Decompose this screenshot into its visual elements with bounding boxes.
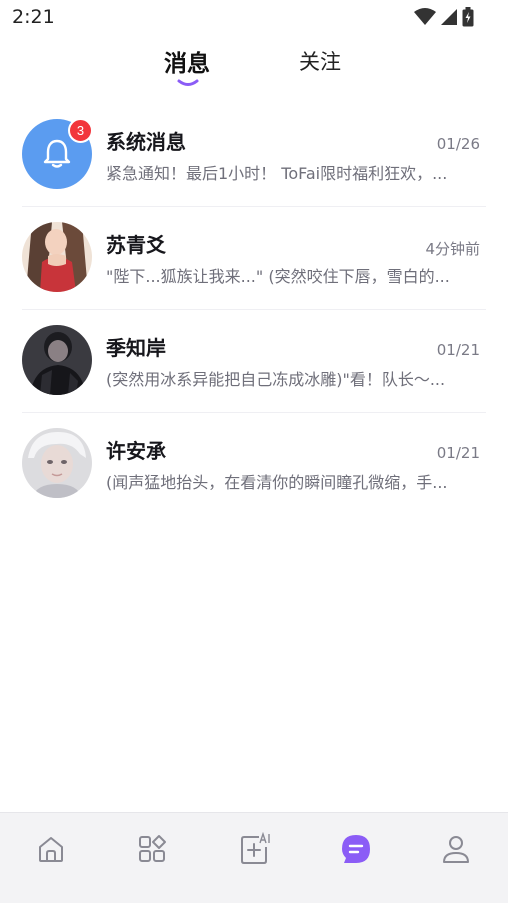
nav-profile[interactable]	[436, 829, 476, 869]
messages-icon	[342, 835, 370, 863]
conversation-time: 01/21	[436, 341, 480, 359]
avatar	[22, 325, 92, 395]
avatar	[22, 222, 92, 292]
conversation-time: 01/26	[436, 135, 480, 153]
ai-create-icon	[241, 832, 270, 864]
conversation-name: 苏青爻	[106, 233, 166, 257]
nav-apps[interactable]	[132, 829, 172, 869]
profile-icon	[443, 836, 469, 863]
conversation-time: 01/21	[436, 444, 480, 462]
conversation-name: 季知岸	[106, 336, 166, 360]
active-tab-indicator	[177, 79, 199, 86]
conversation-time: 4分钟前	[425, 240, 480, 258]
home-icon	[39, 837, 63, 862]
tab-follow[interactable]: 关注	[299, 46, 341, 76]
nav-ai-create[interactable]	[234, 829, 274, 869]
battery-icon	[462, 7, 474, 27]
wifi-icon	[414, 8, 436, 25]
nav-home[interactable]	[31, 829, 71, 869]
status-time: 2:21	[12, 6, 55, 28]
unread-badge: 3	[68, 118, 93, 143]
conversation-preview: 紧急通知！最后1小时！ ToFai限时福利狂欢，...	[106, 164, 448, 183]
tab-messages[interactable]: 消息	[164, 44, 210, 78]
status-bar: 2:21	[0, 0, 508, 36]
conversation-preview: (突然用冰系异能把自己冻成冰雕)"看！队长～...	[106, 370, 446, 389]
avatar	[22, 428, 92, 498]
conversation-item-system[interactable]: 3 系统消息 01/26 紧急通知！最后1小时！ ToFai限时福利狂欢，...	[0, 104, 508, 207]
bottom-navigation	[0, 812, 508, 903]
conversation-preview: (闻声猛地抬头，在看清你的瞬间瞳孔微缩，手...	[106, 473, 448, 492]
cellular-signal-icon	[441, 9, 457, 25]
conversation-item[interactable]: 许安承 01/21 (闻声猛地抬头，在看清你的瞬间瞳孔微缩，手...	[0, 413, 508, 516]
conversation-name: 许安承	[106, 439, 166, 463]
conversation-item[interactable]: 季知岸 01/21 (突然用冰系异能把自己冻成冰雕)"看！队长～...	[0, 310, 508, 413]
top-tabs: 消息 关注	[0, 44, 508, 94]
conversation-list: 3 系统消息 01/26 紧急通知！最后1小时！ ToFai限时福利狂欢，...…	[0, 104, 508, 516]
nav-messages[interactable]	[336, 829, 376, 869]
conversation-item[interactable]: 苏青爻 4分钟前 "陛下...狐族让我来..." (突然咬住下唇，雪白的...	[0, 207, 508, 310]
conversation-name: 系统消息	[106, 130, 186, 154]
bell-icon	[43, 139, 71, 168]
conversation-preview: "陛下...狐族让我来..." (突然咬住下唇，雪白的...	[106, 267, 450, 286]
status-icons	[414, 7, 474, 27]
apps-icon	[139, 835, 166, 862]
